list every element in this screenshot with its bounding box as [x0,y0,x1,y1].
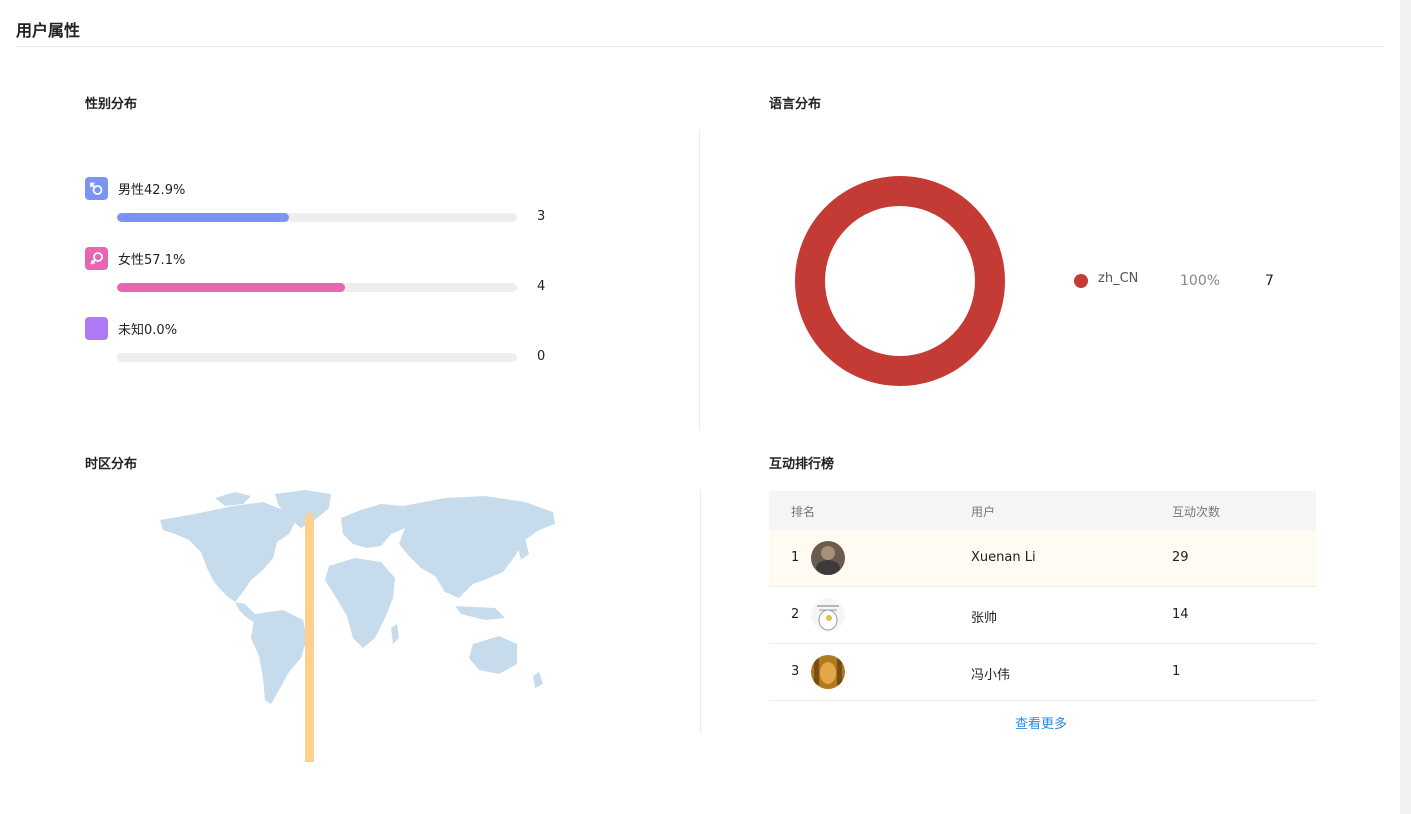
female-progress-track [117,283,517,292]
count-cell: 1 [1172,664,1181,679]
male-label: 男性42.9% [118,183,186,198]
language-donut-chart [795,176,1005,386]
count-cell: 14 [1172,607,1189,622]
user-cell: 张帅 [971,611,998,626]
language-legend-percent: 100% [1180,273,1221,289]
scrollbar[interactable] [1400,0,1411,814]
unknown-count: 0 [537,349,546,364]
column-header-rank: 排名 [791,505,816,519]
unknown-label: 未知0.0% [118,323,178,338]
language-donut-slice-zh-cn [795,176,1005,386]
unknown-progress-track [117,353,517,362]
rank-cell: 1 [791,550,800,565]
female-label: 女性57.1% [118,253,186,268]
male-count: 3 [537,209,546,224]
gender-row-male: 男性42.9% 3 [85,177,555,227]
language-section-title: 语言分布 [769,97,822,112]
ranking-table: 排名 用户 互动次数 1 Xuenan Li 29 2 张帅 14 3 冯小伟 … [769,491,1316,701]
ranking-table-header: 排名 用户 互动次数 [769,491,1316,530]
rank-cell: 2 [791,607,800,622]
avatar [811,598,845,632]
ranking-section-title: 互动排行榜 [769,457,835,472]
top-divider [699,130,700,430]
female-progress-fill [117,283,346,292]
language-legend-dot [1074,274,1088,288]
avatar [811,541,845,575]
user-attributes-page: 用户属性 性别分布 男性42.9% 3 女性57.1% 4 未知0.0% 0 语… [0,0,1411,814]
unknown-icon [85,317,108,340]
table-row[interactable]: 1 Xuenan Li 29 [769,530,1316,587]
male-icon [85,177,108,200]
column-header-user: 用户 [971,505,996,519]
gender-row-unknown: 未知0.0% 0 [85,317,555,367]
language-legend-label: zh_CN [1098,271,1139,286]
male-progress-fill [117,213,289,222]
female-count: 4 [537,279,546,294]
title-divider [16,46,1384,47]
table-row[interactable]: 2 张帅 14 [769,587,1316,644]
count-cell: 29 [1172,550,1189,565]
gender-section-title: 性别分布 [85,97,138,112]
language-legend-count: 7 [1265,273,1274,289]
timezone-section-title: 时区分布 [85,457,138,472]
world-map [160,490,555,762]
view-more-link[interactable]: 查看更多 [1015,713,1067,732]
male-progress-track [117,213,517,222]
column-header-count: 互动次数 [1172,505,1221,519]
female-icon [85,247,108,270]
timezone-highlight-bar [305,514,314,762]
avatar [811,655,845,689]
gender-row-female: 女性57.1% 4 [85,247,555,297]
user-cell: Xuenan Li [971,550,1036,565]
table-row[interactable]: 3 冯小伟 1 [769,644,1316,701]
user-cell: 冯小伟 [971,668,1011,683]
rank-cell: 3 [791,664,800,679]
page-title: 用户属性 [16,21,81,40]
bottom-divider [700,490,701,732]
